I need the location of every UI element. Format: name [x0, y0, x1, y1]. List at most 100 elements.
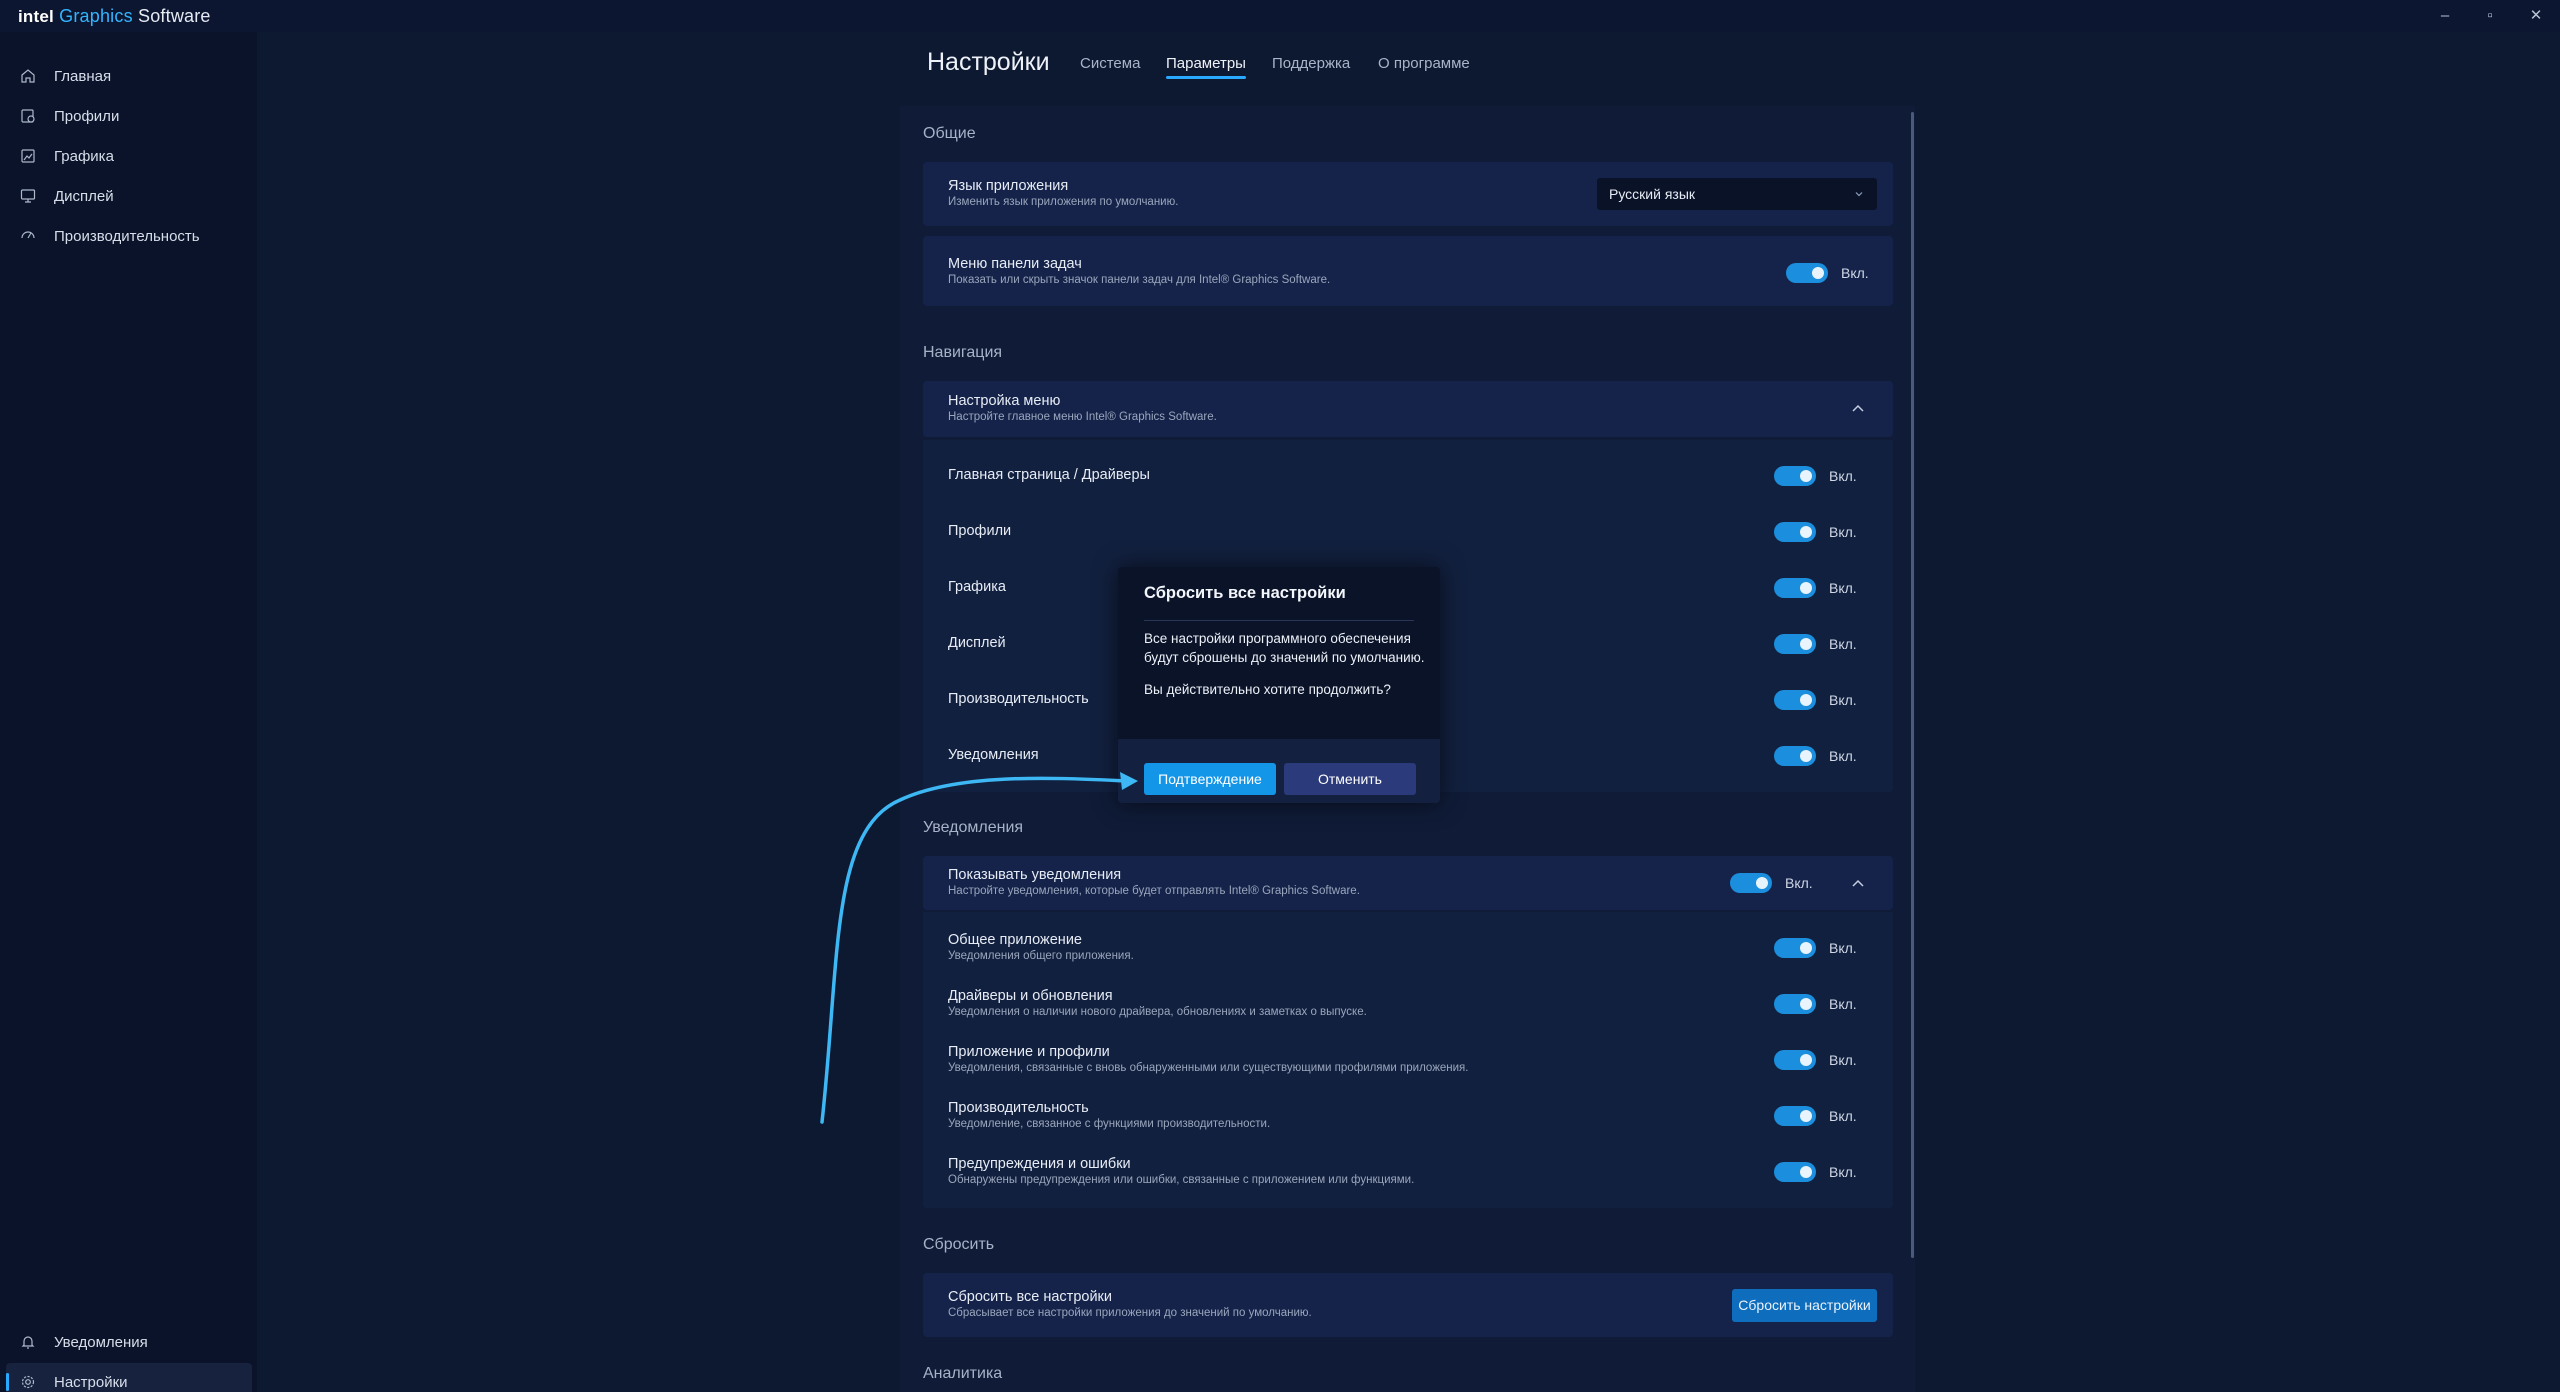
nav-profiles-toggle-label: Вкл. — [1829, 524, 1857, 540]
dialog-title: Сбросить все настройки — [1144, 584, 1346, 602]
reset-settings-button[interactable]: Сбросить настройки — [1732, 1289, 1877, 1322]
language-select-value: Русский язык — [1609, 186, 1696, 202]
nav-display-toggle-label: Вкл. — [1829, 636, 1857, 652]
brand-software: Software — [138, 6, 211, 26]
home-icon — [16, 64, 40, 88]
nav-item-performance-label: Производительность — [948, 691, 1089, 707]
language-title: Язык приложения — [948, 178, 1069, 194]
notif-profiles-toggle-label: Вкл. — [1829, 1052, 1857, 1068]
section-navigation-heading: Навигация — [923, 344, 1003, 361]
minimize-button[interactable]: – — [2425, 4, 2465, 28]
notif-profiles-title: Приложение и профили — [948, 1044, 1110, 1060]
taskbar-toggle[interactable] — [1786, 263, 1828, 283]
profiles-icon — [16, 104, 40, 128]
notif-performance-title: Производительность — [948, 1100, 1089, 1116]
chevron-up-icon[interactable] — [1846, 397, 1870, 421]
notif-performance-toggle[interactable] — [1774, 1106, 1816, 1126]
notif-profiles-desc: Уведомления, связанные с вновь обнаружен… — [948, 1062, 1469, 1074]
menu-config-card[interactable] — [923, 381, 1893, 437]
chevron-up-icon[interactable] — [1846, 872, 1870, 896]
show-notifications-toggle[interactable] — [1730, 873, 1772, 893]
notif-drivers-toggle-label: Вкл. — [1829, 996, 1857, 1012]
nav-home-toggle-label: Вкл. — [1829, 468, 1857, 484]
nav-item-profiles-label: Профили — [948, 523, 1012, 539]
dialog-message-line1: Все настройки программного обеспечения — [1144, 631, 1411, 646]
language-desc: Изменить язык приложения по умолчанию. — [948, 196, 1179, 208]
restore-button[interactable]: ▫ — [2470, 4, 2510, 28]
notif-drivers-toggle[interactable] — [1774, 994, 1816, 1014]
gear-icon — [16, 1370, 40, 1392]
menu-config-title: Настройка меню — [948, 393, 1061, 409]
scrollbar[interactable] — [1911, 112, 1914, 1258]
notif-general-desc: Уведомления общего приложения. — [948, 950, 1134, 962]
sidebar-item-label: Дисплей — [54, 187, 114, 205]
app-brand: intel Graphics Software — [18, 6, 211, 27]
tab-system[interactable]: Система — [1080, 55, 1140, 72]
nav-notifications-toggle[interactable] — [1774, 746, 1816, 766]
notif-drivers-desc: Уведомления о наличии нового драйвера, о… — [948, 1006, 1367, 1018]
section-notifications-heading: Уведомления — [923, 819, 1024, 836]
taskbar-toggle-label: Вкл. — [1841, 265, 1869, 281]
nav-home-toggle[interactable] — [1774, 466, 1816, 486]
sidebar-item-label: Уведомления — [54, 1333, 148, 1351]
section-reset-heading: Сбросить — [923, 1236, 995, 1253]
sidebar-item-performance[interactable]: Производительность — [6, 217, 252, 255]
nav-performance-toggle-label: Вкл. — [1829, 692, 1857, 708]
notif-warnings-toggle-label: Вкл. — [1829, 1164, 1857, 1180]
nav-item-display-label: Дисплей — [948, 635, 1006, 651]
notif-performance-desc: Уведомление, связанное с функциями произ… — [948, 1118, 1271, 1130]
notif-general-toggle[interactable] — [1774, 938, 1816, 958]
tab-about[interactable]: О программе — [1378, 55, 1470, 72]
taskbar-desc: Показать или скрыть значок панели задач … — [948, 274, 1331, 286]
chevron-down-icon — [1855, 192, 1863, 197]
language-select[interactable]: Русский язык — [1597, 178, 1877, 210]
title-bar: intel Graphics Software – ▫ ✕ — [0, 0, 2560, 32]
sidebar-item-label: Профили — [54, 107, 120, 125]
sidebar-item-label: Графика — [54, 147, 114, 165]
nav-item-graphics-label: Графика — [948, 579, 1006, 595]
sidebar-item-graphics[interactable]: Графика — [6, 137, 252, 175]
notif-warnings-toggle[interactable] — [1774, 1162, 1816, 1182]
show-notifications-desc: Настройте уведомления, которые будет отп… — [948, 885, 1360, 897]
brand-intel: intel — [18, 7, 54, 26]
show-notifications-toggle-label: Вкл. — [1785, 875, 1813, 891]
section-general-heading: Общие — [923, 125, 976, 142]
nav-performance-toggle[interactable] — [1774, 690, 1816, 710]
performance-icon — [16, 224, 40, 248]
notif-warnings-title: Предупреждения и ошибки — [948, 1156, 1131, 1172]
sidebar-item-label: Главная — [54, 67, 112, 85]
sidebar-item-home[interactable]: Главная — [6, 57, 252, 95]
show-notifications-title: Показывать уведомления — [948, 867, 1122, 883]
nav-graphics-toggle[interactable] — [1774, 578, 1816, 598]
graphics-icon — [16, 144, 40, 168]
notif-performance-toggle-label: Вкл. — [1829, 1108, 1857, 1124]
sidebar-item-notifications[interactable]: Уведомления — [6, 1323, 252, 1361]
sidebar-item-display[interactable]: Дисплей — [6, 177, 252, 215]
cancel-button[interactable]: Отменить — [1284, 763, 1416, 795]
dialog-divider — [1144, 620, 1414, 621]
taskbar-title: Меню панели задач — [948, 256, 1082, 272]
confirm-button[interactable]: Подтверждение — [1144, 763, 1276, 795]
sidebar-item-profiles[interactable]: Профили — [6, 97, 252, 135]
bell-icon — [16, 1330, 40, 1354]
reset-title: Сбросить все настройки — [948, 1289, 1112, 1305]
display-icon — [16, 184, 40, 208]
notif-profiles-toggle[interactable] — [1774, 1050, 1816, 1070]
dialog-question: Вы действительно хотите продолжить? — [1144, 682, 1391, 697]
brand-graphics: Graphics — [59, 6, 133, 26]
sidebar-item-label: Производительность — [54, 227, 200, 245]
dialog-message-line2: будут сброшены до значений по умолчанию. — [1144, 650, 1425, 665]
nav-profiles-toggle[interactable] — [1774, 522, 1816, 542]
notif-general-toggle-label: Вкл. — [1829, 940, 1857, 956]
tab-parameters[interactable]: Параметры — [1166, 55, 1246, 79]
sidebar-item-label: Настройки — [54, 1373, 128, 1391]
nav-graphics-toggle-label: Вкл. — [1829, 580, 1857, 596]
nav-item-notifications-label: Уведомления — [948, 747, 1039, 763]
reset-desc: Сбрасывает все настройки приложения до з… — [948, 1307, 1312, 1319]
nav-item-home-label: Главная страница / Драйверы — [948, 467, 1150, 483]
tab-support[interactable]: Поддержка — [1272, 55, 1350, 72]
sidebar-item-settings[interactable]: Настройки — [6, 1363, 252, 1392]
nav-display-toggle[interactable] — [1774, 634, 1816, 654]
sidebar: Главная Профили Графика Дисплей Производ… — [0, 32, 257, 1392]
close-button[interactable]: ✕ — [2516, 4, 2556, 28]
